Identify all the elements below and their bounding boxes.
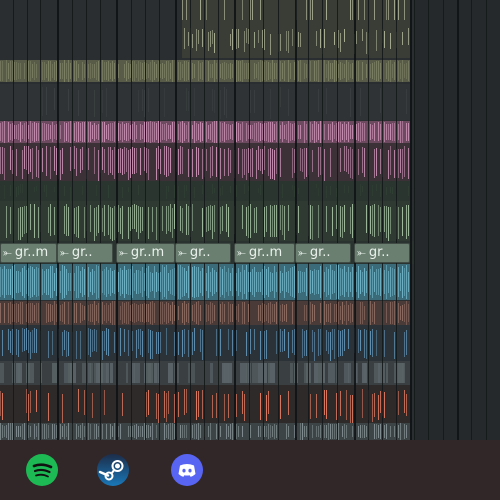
pattern-clips: ⤜ gr..m ⤜ gr.. ⤜ gr..m ⤜ gr.. ⤜ gr..m ⤜ gr.. ⤜… [0,0,500,440]
clip-label: gr.. [189,245,211,260]
pattern-clip[interactable]: ⤜ gr..m [0,243,57,263]
arrow-right-icon: ⤜ [178,246,187,259]
arrow-right-icon: ⤜ [60,246,69,259]
steam-icon[interactable] [97,454,129,486]
pattern-clip[interactable]: ⤜ gr.. [295,243,351,263]
pattern-clip[interactable]: ⤜ gr..m [116,243,175,263]
arrow-right-icon: ⤜ [119,246,128,259]
arrow-right-icon: ⤜ [298,246,307,259]
clip-label: gr..m [14,245,49,260]
spotify-icon[interactable] [26,454,58,486]
clip-label: gr.. [309,245,331,260]
clip-label: gr.. [368,245,390,260]
playlist-area[interactable]: ⤜ gr..m ⤜ gr.. ⤜ gr..m ⤜ gr.. ⤜ gr..m ⤜ gr.. ⤜… [0,0,500,440]
clip-label: gr..m [130,245,165,260]
arrow-right-icon: ⤜ [3,246,12,259]
clip-label: gr..m [248,245,283,260]
arrow-right-icon: ⤜ [237,246,246,259]
pattern-clip[interactable]: ⤜ gr.. [57,243,113,263]
discord-icon[interactable] [171,454,203,486]
taskbar [0,440,500,500]
clip-label: gr.. [71,245,93,260]
pattern-clip[interactable]: ⤜ gr.. [175,243,231,263]
pattern-clip[interactable]: ⤜ gr..m [234,243,295,263]
arrow-right-icon: ⤜ [357,246,366,259]
pattern-clip[interactable]: ⤜ gr.. [354,243,410,263]
